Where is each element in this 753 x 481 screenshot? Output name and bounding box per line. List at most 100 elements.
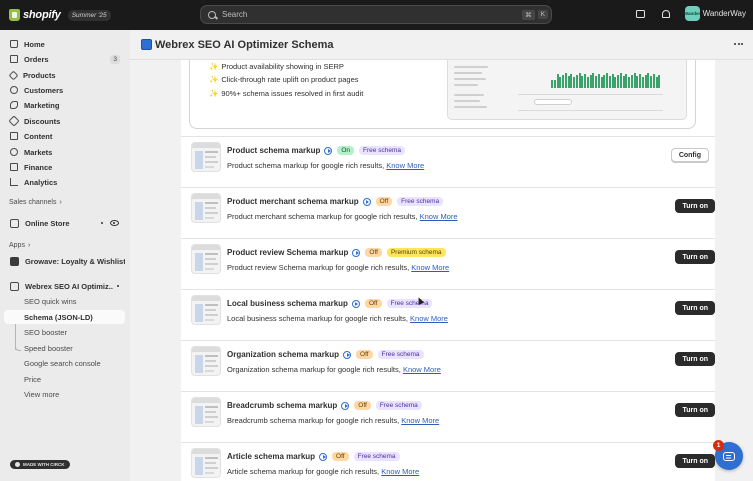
sales-channels-header[interactable]: Sales channels › bbox=[9, 199, 62, 206]
play-video-icon[interactable] bbox=[343, 350, 352, 359]
play-video-icon[interactable] bbox=[351, 299, 360, 308]
search-bar[interactable]: Search ⌘ K bbox=[200, 5, 552, 24]
schema-description: Article schema markup for google rich re… bbox=[227, 467, 380, 476]
shopify-logo[interactable]: shopify bbox=[9, 9, 61, 21]
bell-icon[interactable] bbox=[660, 8, 672, 20]
schema-name: Organization schema markup bbox=[227, 350, 340, 359]
schema-description: Product merchant schema markup for googl… bbox=[227, 212, 418, 221]
sparkle-icon: ✨ bbox=[209, 62, 219, 71]
benefit-text: Click-through rate uplift on product pag… bbox=[221, 75, 359, 84]
sidebar-sub-view-more[interactable]: View more bbox=[4, 387, 125, 401]
status-badge: Off bbox=[354, 401, 371, 410]
schema-row-article: Article schema markup Off Free schema Ar… bbox=[181, 442, 715, 481]
status-badge: Off bbox=[365, 248, 382, 257]
edition-badge[interactable]: Summer '25 bbox=[67, 9, 111, 21]
online-store-icon bbox=[10, 218, 19, 228]
sidebar-item-label: Products bbox=[23, 70, 56, 80]
schema-description: Organization schema markup for google ri… bbox=[227, 365, 401, 374]
turn-on-button[interactable]: Turn on bbox=[675, 199, 715, 213]
shopify-bag-icon bbox=[9, 9, 20, 21]
sidebar-item-growave[interactable]: Growave: Loyalty & Wishlist bbox=[4, 254, 125, 268]
sub-item-label: View more bbox=[24, 389, 60, 399]
play-video-icon[interactable] bbox=[362, 197, 371, 206]
avatar[interactable]: Wander bbox=[684, 6, 700, 21]
sub-item-label: SEO booster bbox=[24, 327, 67, 337]
benefit-text: Product availability showing in SERP bbox=[221, 62, 344, 71]
know-more-link[interactable]: Know More bbox=[420, 212, 458, 221]
turn-on-button[interactable]: Turn on bbox=[675, 454, 715, 468]
play-video-icon[interactable] bbox=[352, 248, 361, 257]
search-icon bbox=[208, 10, 216, 19]
discounts-icon bbox=[8, 115, 20, 127]
turn-on-button[interactable]: Turn on bbox=[675, 250, 715, 264]
play-video-icon[interactable] bbox=[341, 401, 350, 410]
sidebar-item-finance[interactable]: Finance bbox=[4, 160, 125, 174]
more-actions-icon[interactable] bbox=[734, 43, 743, 45]
benefit-item: ✨ 90%+ schema issues resolved in first au… bbox=[209, 89, 363, 98]
sidebar-item-content[interactable]: Content bbox=[4, 129, 125, 143]
sidebar-item-discounts[interactable]: Discounts bbox=[4, 114, 125, 128]
sidebar-sub-price[interactable]: Price bbox=[4, 372, 125, 386]
sidebar-item-customers[interactable]: Customers bbox=[4, 83, 125, 97]
sidebar-sub-google-search-console[interactable]: Google search console bbox=[4, 356, 125, 370]
customers-icon bbox=[10, 86, 18, 94]
search-placeholder: Search bbox=[222, 10, 248, 19]
sub-item-label: Schema (JSON-LD) bbox=[24, 312, 93, 322]
home-icon bbox=[10, 40, 18, 48]
chat-unread-badge: 1 bbox=[713, 440, 724, 451]
schema-row-breadcrumb: Breadcrumb schema markup Off Free schema… bbox=[181, 391, 715, 442]
promo-card: ✨ Product availability showing in SERP ✨ C… bbox=[189, 60, 696, 129]
analytics-icon bbox=[10, 178, 18, 186]
sidebar-item-markets[interactable]: Markets bbox=[4, 145, 125, 159]
sidebar-item-webrex[interactable]: Webrex SEO AI Optimiz... bbox=[4, 279, 125, 293]
sidebar-item-label: Markets bbox=[24, 147, 53, 157]
turn-on-button[interactable]: Turn on bbox=[675, 403, 715, 417]
sub-item-label: Price bbox=[24, 374, 42, 384]
sidebar-sub-seo-booster[interactable]: SEO booster bbox=[4, 325, 125, 339]
turn-on-button[interactable]: Turn on bbox=[675, 352, 715, 366]
play-video-icon[interactable] bbox=[324, 146, 333, 155]
schema-thumbnail bbox=[191, 142, 221, 172]
know-more-link[interactable]: Know More bbox=[411, 263, 449, 272]
chevron-right-icon: › bbox=[27, 242, 31, 249]
made-with-label: MADE WITH CIRCK bbox=[23, 462, 65, 467]
sidebar-item-orders[interactable]: Orders 3 bbox=[4, 52, 125, 66]
webrex-app-icon bbox=[10, 281, 19, 291]
sidebar-item-products[interactable]: Products bbox=[4, 68, 125, 82]
sidebar-item-label: Home bbox=[24, 39, 45, 49]
schema-name: Local business schema markup bbox=[227, 299, 348, 308]
know-more-link[interactable]: Know More bbox=[401, 416, 439, 425]
sidebar-item-online-store[interactable]: Online Store bbox=[4, 216, 125, 230]
store-icon[interactable] bbox=[635, 8, 647, 20]
made-with-badge[interactable]: MADE WITH CIRCK bbox=[10, 460, 70, 469]
config-button[interactable]: Config bbox=[670, 148, 709, 162]
sidebar-item-analytics[interactable]: Analytics bbox=[4, 175, 125, 189]
know-more-link[interactable]: Know More bbox=[386, 161, 424, 170]
schema-description: Product review Schema markup for google … bbox=[227, 263, 410, 272]
sidebar-sub-seo-quick-wins[interactable]: SEO quick wins bbox=[4, 294, 125, 308]
schema-thumbnail bbox=[191, 295, 221, 325]
sidebar-item-marketing[interactable]: Marketing bbox=[4, 98, 125, 112]
store-name[interactable]: WanderWay bbox=[703, 9, 746, 18]
eye-icon[interactable] bbox=[110, 220, 119, 226]
sidebar-item-home[interactable]: Home bbox=[4, 37, 125, 51]
sidebar-item-label: Content bbox=[24, 131, 53, 141]
sub-item-label: Google search console bbox=[24, 358, 101, 368]
finance-icon bbox=[10, 163, 18, 171]
apps-header[interactable]: Apps › bbox=[9, 242, 30, 249]
know-more-link[interactable]: Know More bbox=[381, 467, 419, 476]
sidebar-sub-schema[interactable]: Schema (JSON-LD) bbox=[4, 310, 125, 324]
know-more-link[interactable]: Know More bbox=[410, 314, 448, 323]
play-video-icon[interactable] bbox=[319, 452, 328, 461]
sidebar-sub-speed-booster[interactable]: Speed booster bbox=[4, 341, 125, 355]
benefit-item: ✨ Click-through rate uplift on product pa… bbox=[209, 75, 359, 84]
sparkle-icon: ✨ bbox=[209, 89, 219, 98]
know-more-link[interactable]: Know More bbox=[403, 365, 441, 374]
turn-on-button[interactable]: Turn on bbox=[675, 301, 715, 315]
schema-thumbnail bbox=[191, 397, 221, 427]
sidebar-item-label: Marketing bbox=[24, 100, 60, 110]
schema-description: Product schema markup for google rich re… bbox=[227, 161, 385, 170]
preview-chart bbox=[518, 62, 663, 88]
tier-badge: Premium schema bbox=[386, 248, 446, 257]
heart-icon bbox=[15, 462, 20, 467]
